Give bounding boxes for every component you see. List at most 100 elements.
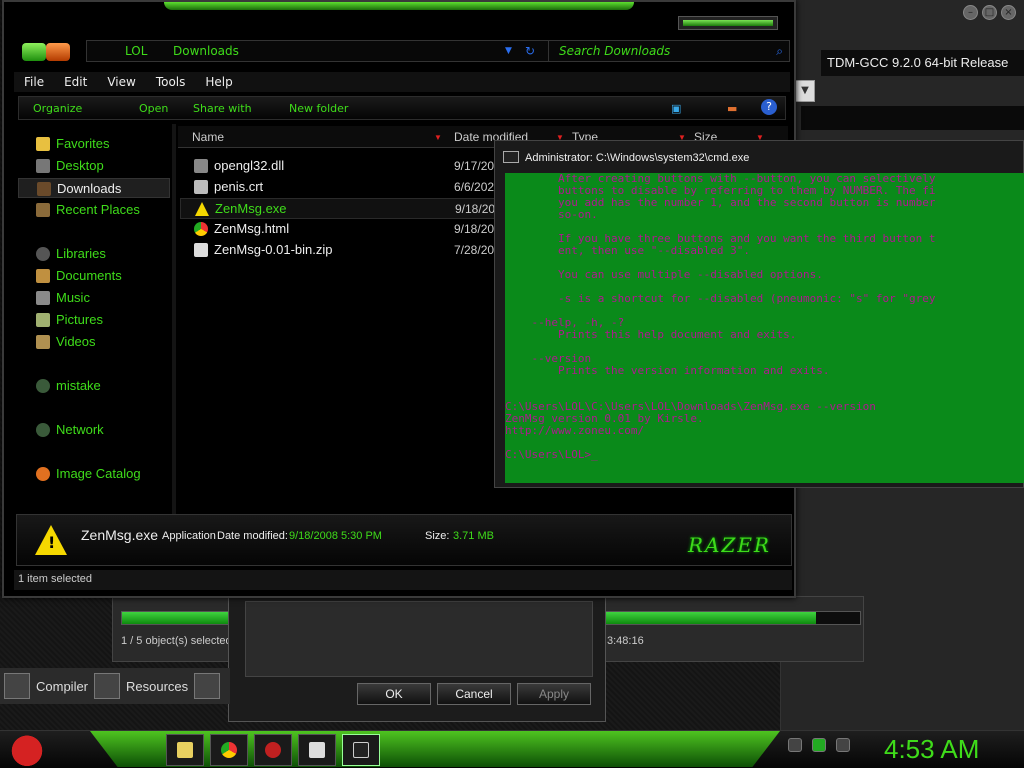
sidebar-item-network[interactable]: Network	[18, 420, 170, 440]
action-center-icon[interactable]	[812, 738, 826, 752]
console-line: You can use multiple --disabled options.	[505, 268, 823, 281]
file-row[interactable]: ZenMsg-0.01-bin.zip 7/28/20	[180, 240, 500, 261]
console-line: so-on.	[505, 208, 598, 221]
copy-time-text: 3:48:16	[607, 635, 644, 647]
properties-dialog: OK Cancel Apply	[228, 596, 606, 722]
menu-tools[interactable]: Tools	[146, 72, 196, 92]
pane-splitter[interactable]	[172, 124, 176, 514]
minimize-icon[interactable]: –	[963, 5, 978, 20]
apply-button[interactable]: Apply	[517, 683, 591, 705]
sidebar-item-music[interactable]: Music	[18, 288, 170, 308]
file-row[interactable]: ZenMsg.html 9/18/20	[180, 219, 500, 240]
console-line: -s is a shortcut for --disabled (pneumon…	[505, 292, 936, 305]
tab-resources[interactable]: Resources	[126, 679, 188, 694]
cancel-button[interactable]: Cancel	[437, 683, 511, 705]
system-tray	[788, 738, 850, 752]
taskbar-cmd-button[interactable]	[342, 734, 380, 766]
razer-logo: RAZER	[687, 533, 771, 557]
organize-button[interactable]: Organize	[33, 102, 82, 115]
status-text: 1 item selected	[18, 573, 92, 585]
maximize-icon[interactable]: □	[982, 5, 997, 20]
menu-edit[interactable]: Edit	[54, 72, 97, 92]
sidebar-item-image-catalog[interactable]: Image Catalog	[18, 464, 170, 484]
breadcrumb-lol[interactable]: LOL	[125, 44, 147, 58]
details-date-value: 9/18/2008 5:30 PM	[289, 530, 382, 542]
chevron-down-icon[interactable]: ▼	[505, 46, 512, 56]
details-size-label: Size:	[425, 530, 450, 542]
search-input[interactable]	[549, 41, 759, 58]
file-row[interactable]: penis.crt 6/6/202	[180, 177, 500, 198]
console-line: ent, then use "--disabled 3".	[505, 244, 751, 257]
warning-exe-icon	[195, 202, 209, 216]
menu-file[interactable]: File	[14, 72, 54, 92]
file-list: opengl32.dll 9/17/20 penis.crt 6/6/202 Z…	[180, 156, 500, 261]
sidebar-item-recent-places[interactable]: Recent Places	[18, 200, 170, 220]
zip-file-icon	[194, 243, 208, 257]
open-button[interactable]: Open	[139, 102, 168, 115]
refresh-icon[interactable]: ↻	[525, 44, 535, 58]
sort-arrow-icon[interactable]: ▼	[434, 133, 442, 142]
share-with-button[interactable]: Share with	[193, 102, 252, 115]
cmd-title: Administrator: C:\Windows\system32\cmd.e…	[525, 152, 750, 164]
ok-button[interactable]: OK	[357, 683, 431, 705]
network-icon	[36, 423, 50, 437]
taskbar-chrome-button[interactable]	[210, 734, 248, 766]
close-icon[interactable]: ×	[1001, 5, 1016, 20]
help-icon[interactable]: ?	[761, 99, 777, 115]
cmd-title-bar[interactable]: Administrator: C:\Windows\system32\cmd.e…	[503, 151, 749, 164]
view-options-icon[interactable]: ▣	[671, 102, 681, 115]
homegroup-icon	[36, 379, 50, 393]
sidebar-item-videos[interactable]: Videos	[18, 332, 170, 352]
star-icon	[36, 137, 50, 151]
sidebar-item-downloads[interactable]: Downloads	[18, 178, 170, 198]
file-row-selected[interactable]: ZenMsg.exe 9/18/20	[180, 198, 500, 219]
pictures-icon	[36, 313, 50, 327]
taskbar-explorer-button[interactable]	[166, 734, 204, 766]
tab-compiler[interactable]: Compiler	[36, 679, 88, 694]
console-output[interactable]: After creating buttons with --button, yo…	[505, 173, 1024, 483]
window-top-glow	[164, 2, 634, 10]
chart-icon[interactable]	[194, 673, 221, 699]
7zip-icon	[309, 742, 325, 758]
sidebar-item-favorites[interactable]: Favorites	[18, 134, 170, 154]
search-icon[interactable]: ⌕	[776, 44, 783, 59]
resources-icon	[94, 673, 121, 699]
toolbar-strip	[801, 106, 1024, 130]
preview-pane-icon[interactable]: ▬	[727, 102, 737, 115]
forward-button[interactable]	[46, 43, 70, 61]
details-size-value: 3.71 MB	[453, 530, 494, 542]
copy-status-text: 1 / 5 object(s) selected	[121, 635, 232, 647]
window-control-bar[interactable]	[678, 16, 778, 30]
console-line: C:\Users\LOL>_	[505, 448, 598, 461]
file-row[interactable]: opengl32.dll 9/17/20	[180, 156, 500, 177]
command-bar: Organize Open Share with New folder ▣ ▬ …	[18, 96, 786, 120]
sidebar-item-documents[interactable]: Documents	[18, 266, 170, 286]
sidebar-item-pictures[interactable]: Pictures	[18, 310, 170, 330]
compiler-icon	[4, 673, 30, 699]
console-line: Prints the version information and exits…	[505, 364, 830, 377]
volume-icon[interactable]	[836, 738, 850, 752]
breadcrumb-downloads[interactable]: Downloads	[173, 44, 239, 58]
tdm-gcc-title: TDM-GCC 9.2.0 64-bit Release	[821, 50, 1024, 76]
back-button[interactable]	[22, 43, 46, 61]
column-name[interactable]: Name	[192, 130, 224, 144]
cmd-icon	[353, 742, 369, 758]
sidebar-item-libraries[interactable]: Libraries	[18, 244, 170, 264]
chevron-down-icon[interactable]: ▼	[795, 80, 815, 102]
clock[interactable]: 4:53 AM	[884, 734, 979, 765]
new-folder-button[interactable]: New folder	[289, 102, 348, 115]
certificate-file-icon	[194, 180, 208, 194]
menu-view[interactable]: View	[97, 72, 145, 92]
navigation-pane: Favorites Desktop Downloads Recent Place…	[16, 128, 172, 512]
documents-icon	[36, 269, 50, 283]
menu-help[interactable]: Help	[195, 72, 242, 92]
start-button-angry-bird-icon[interactable]	[8, 731, 46, 767]
sidebar-item-mistake[interactable]: mistake	[18, 376, 170, 396]
sidebar-item-desktop[interactable]: Desktop	[18, 156, 170, 176]
taskbar-devcpp-button[interactable]	[254, 734, 292, 766]
image-catalog-icon	[36, 467, 50, 481]
show-hidden-icons-icon[interactable]	[788, 738, 802, 752]
address-bar[interactable]: LOL Downloads ▼ ↻	[86, 40, 558, 62]
taskbar-7zip-button[interactable]	[298, 734, 336, 766]
explorer-icon	[177, 742, 193, 758]
